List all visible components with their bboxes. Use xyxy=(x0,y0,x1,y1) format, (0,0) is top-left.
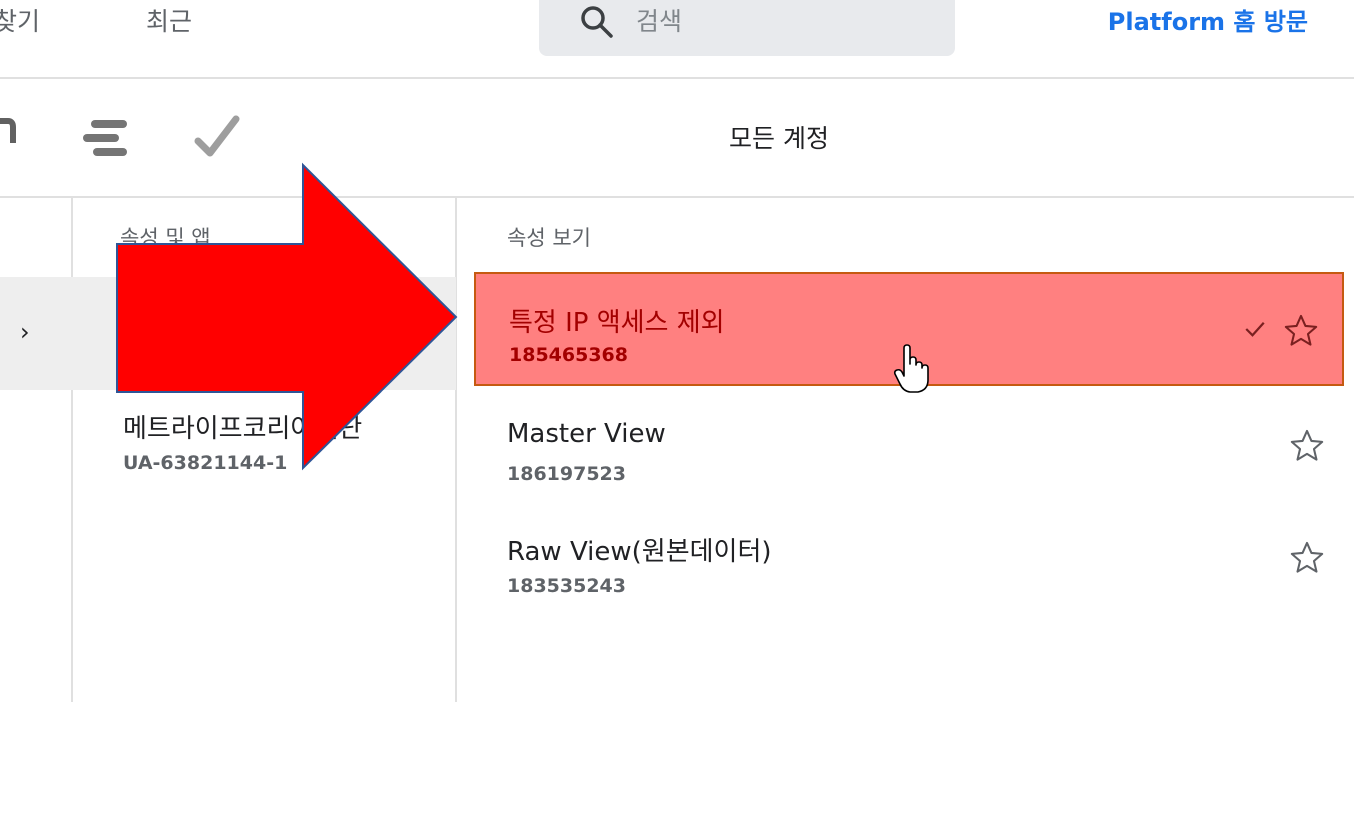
annotation-arrow xyxy=(116,162,458,471)
view-name: Master View xyxy=(507,419,666,449)
view-name: 특정 IP 액세스 제외 xyxy=(509,308,725,338)
search-input[interactable]: 검색 xyxy=(636,2,682,38)
view-row-master[interactable]: Master View 186197523 xyxy=(458,389,1348,501)
view-row-raw[interactable]: Raw View(원본데이터) 183535243 xyxy=(458,501,1348,613)
platform-home-link[interactable]: Platform 홈 방문 xyxy=(1108,2,1308,37)
view-column-header: 속성 보기 xyxy=(507,226,591,250)
star-icon[interactable] xyxy=(1288,427,1326,465)
search-box[interactable]: 검색 xyxy=(539,0,955,56)
hand-cursor-icon xyxy=(893,344,929,393)
view-name: Raw View(원본데이터) xyxy=(507,537,772,567)
selected-check-icon xyxy=(1245,321,1265,337)
view-id: 185465368 xyxy=(509,344,628,366)
view-id: 183535243 xyxy=(507,575,626,597)
search-icon xyxy=(581,6,613,38)
page-title: 모든 계정 xyxy=(729,124,829,153)
star-icon[interactable] xyxy=(1282,312,1320,350)
star-icon[interactable] xyxy=(1288,539,1326,577)
view-id: 186197523 xyxy=(507,463,626,485)
